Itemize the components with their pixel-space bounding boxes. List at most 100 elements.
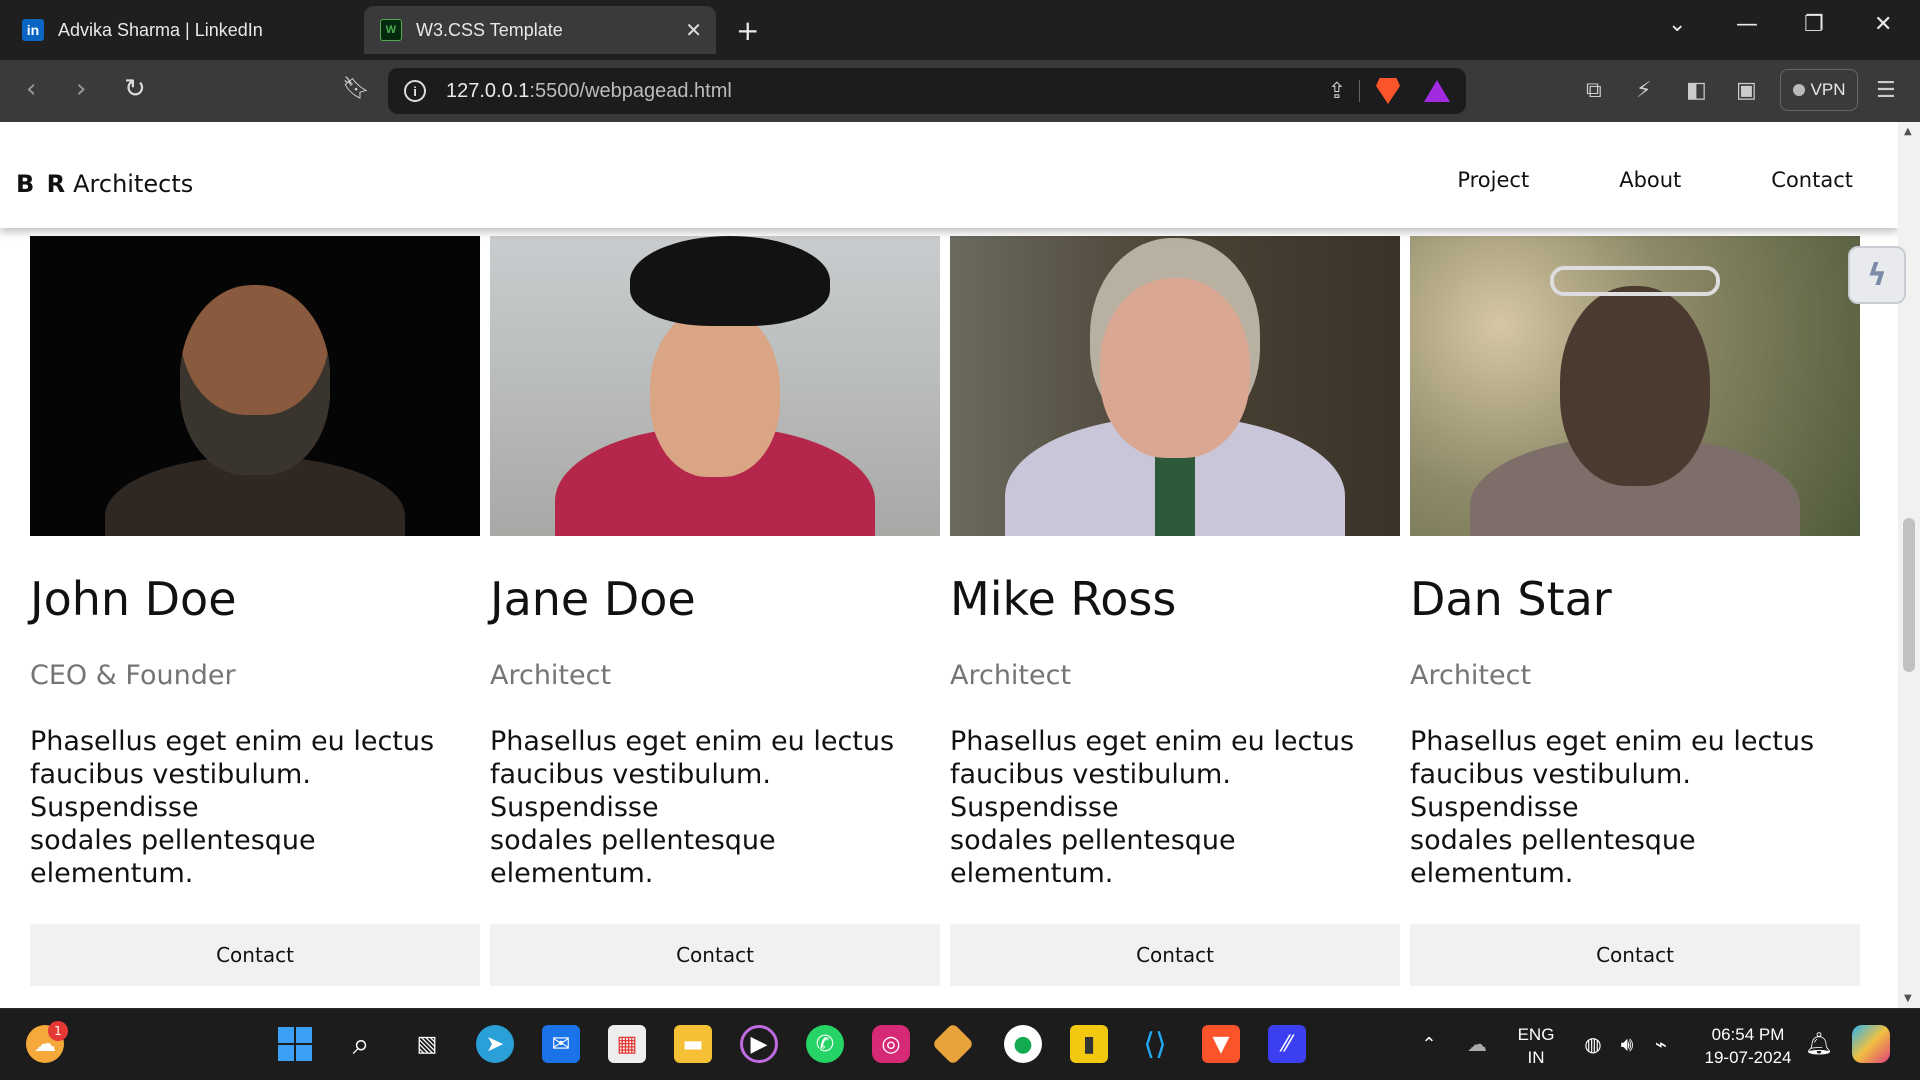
member-role: Architect [490,660,612,691]
contact-button[interactable]: Contact [30,924,480,986]
new-tab-button[interactable]: + [736,14,759,47]
search-icon[interactable]: ⌕ [342,1025,380,1063]
notifications-bell-icon[interactable]: 🔔︎ [1800,1025,1838,1063]
app-icon[interactable]: ⁄⁄ [1268,1025,1306,1063]
task-view-icon[interactable]: ▧ [408,1025,446,1063]
clock-time: 06:54 PM [1711,1025,1785,1044]
nav-project[interactable]: Project [1412,150,1574,210]
team-grid: John Doe CEO & Founder Phasellus eget en… [30,236,1868,986]
team-card: Dan Star Architect Phasellus eget enim e… [1410,236,1860,986]
tab-linkedin[interactable]: in Advika Sharma | LinkedIn [10,6,350,54]
wallet-icon[interactable]: ▣ [1736,78,1757,103]
lang-bottom: IN [1527,1048,1545,1067]
battery-icon[interactable]: ⌁ [1642,1025,1680,1063]
member-description: Phasellus eget enim eu lectus faucibus ve… [1410,726,1815,889]
member-name: Mike Ross [950,572,1177,626]
linkedin-icon: in [22,19,44,41]
telegram-icon[interactable]: ➤ [476,1025,514,1063]
copilot-icon[interactable] [1852,1025,1890,1063]
store-icon[interactable]: ▦ [608,1025,646,1063]
contact-button[interactable]: Contact [950,924,1400,986]
floating-extension-icon[interactable]: ϟ [1848,246,1906,304]
network-icon[interactable]: ◍ [1574,1025,1612,1063]
team-photo [950,236,1400,536]
minimize-button[interactable]: — [1736,12,1758,37]
onedrive-icon[interactable]: ☁ [1458,1025,1496,1063]
team-card: Mike Ross Architect Phasellus eget enim … [950,236,1400,986]
share-icon[interactable]: ⇪ [1328,78,1346,104]
powerbi-icon[interactable]: ▮ [1070,1025,1108,1063]
tab-search-chevron-icon[interactable]: ⌄ [1668,12,1686,37]
photo-tie [1155,446,1195,536]
instagram-icon[interactable]: ◎ [872,1025,910,1063]
file-explorer-icon[interactable]: ▬ [674,1025,712,1063]
brave-rewards-icon[interactable] [1424,80,1450,102]
site-brand[interactable]: B R Architects [16,170,193,198]
member-role: Architect [950,660,1072,691]
site-header: B R Architects Project About Contact [0,122,1898,228]
member-role: CEO & Founder [30,660,236,691]
site-info-icon[interactable]: i [404,80,426,102]
volume-icon[interactable]: 🔊︎ [1608,1025,1646,1063]
clock-date: 19-07-2024 [1704,1048,1792,1067]
notification-badge: 1 [48,1021,68,1041]
mongodb-icon[interactable]: ● [1004,1025,1042,1063]
whatsapp-icon[interactable]: ✆ [806,1025,844,1063]
tab-title: W3.CSS Template [416,19,563,40]
team-photo [30,236,480,536]
web-page: B R Architects Project About Contact John… [0,122,1898,1008]
member-description: Phasellus eget enim eu lectus faucibus ve… [950,726,1355,889]
contact-button[interactable]: Contact [490,924,940,986]
back-icon[interactable]: ‹ [26,74,36,104]
close-tab-icon[interactable]: ✕ [685,18,702,43]
nav-contact[interactable]: Contact [1726,150,1898,210]
start-icon[interactable] [276,1025,314,1063]
scroll-down-icon[interactable]: ▼ [1904,993,1912,1004]
forward-icon[interactable]: › [76,74,86,104]
reload-icon[interactable]: ↻ [124,74,146,104]
tab-w3css[interactable]: W W3.CSS Template ✕ [364,6,716,54]
photo-face [180,285,330,475]
vpn-status-icon [1792,84,1805,96]
language-indicator[interactable]: ENG IN [1510,1023,1562,1069]
mail-icon[interactable]: ✉ [542,1025,580,1063]
browser-tab-bar: in Advika Sharma | LinkedIn W W3.CSS Tem… [0,0,1920,60]
photo-face [650,307,780,477]
sidebar-icon[interactable]: ◧ [1686,78,1707,103]
address-bar[interactable]: i 127.0.0.1:5500/webpagead.html ⇪ [388,68,1466,114]
photo-face [1560,286,1710,486]
brave-shields-icon[interactable] [1376,78,1400,104]
team-photo [490,236,940,536]
leo-icon[interactable]: ⚡ [1636,78,1651,103]
media-player-icon[interactable]: ▶ [740,1025,778,1063]
bookmark-icon[interactable]: 🔖︎ [342,76,370,101]
member-name: John Doe [30,572,237,626]
member-name: Jane Doe [490,572,696,626]
w3css-icon: W [380,19,402,41]
photo-face [1100,278,1250,458]
vpn-button[interactable]: VPN [1780,69,1858,111]
lang-top: ENG [1517,1025,1555,1044]
scrollbar-thumb[interactable] [1903,518,1915,672]
member-description: Phasellus eget enim eu lectus faucibus ve… [30,726,435,889]
windows-taskbar: ☁ 1 ⌕ ▧ ➤ ✉ ▦ ▬ ▶ ✆ ◎ ● ▮ ⟨⟩ ▼ ⁄⁄ ⌃ ☁ EN… [0,1008,1920,1080]
url-path: :5500/webpagead.html [529,79,732,102]
brand-initials: B R [16,170,68,198]
menu-icon[interactable]: ☰ [1876,78,1896,103]
scroll-up-icon[interactable]: ▲ [1904,126,1912,137]
vscode-icon[interactable]: ⟨⟩ [1136,1025,1174,1063]
nav-about[interactable]: About [1574,150,1726,210]
brave-browser-icon[interactable]: ▼ [1202,1025,1240,1063]
contact-button[interactable]: Contact [1410,924,1860,986]
extensions-icon[interactable]: ⧉ [1586,78,1602,103]
team-photo [1410,236,1860,536]
restore-button[interactable]: ❐ [1804,12,1824,37]
show-hidden-icons[interactable]: ⌃ [1410,1025,1448,1063]
git-icon[interactable] [931,1022,975,1066]
close-window-button[interactable]: ✕ [1874,12,1892,37]
member-description: Phasellus eget enim eu lectus faucibus ve… [490,726,895,889]
clock[interactable]: 06:54 PM 19-07-2024 [1690,1023,1806,1069]
tab-title: Advika Sharma | LinkedIn [58,19,263,40]
photo-sunglasses [1550,266,1720,296]
photo-hat [630,236,830,326]
